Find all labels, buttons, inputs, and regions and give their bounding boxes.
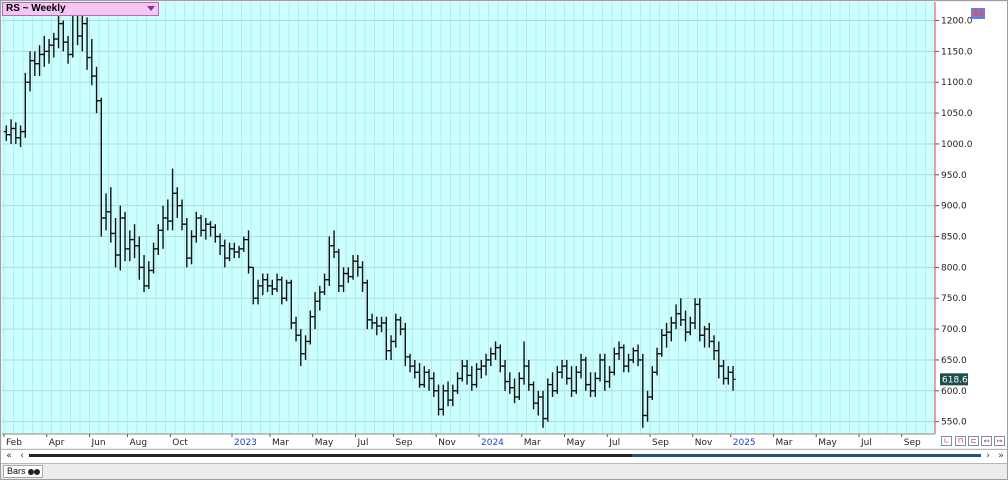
x-tick-label: Nov bbox=[438, 438, 456, 448]
last-price-label: 618.6 bbox=[942, 375, 968, 385]
symbol-title-bar[interactable]: RS ~ Weekly bbox=[2, 2, 159, 16]
x-tick-label: Sep bbox=[904, 438, 921, 448]
price-axis-area bbox=[935, 2, 1007, 434]
zoom-out-icon[interactable]: ∟ bbox=[941, 436, 952, 446]
last-page-button[interactable]: » bbox=[995, 450, 1007, 462]
x-tick-label: May bbox=[315, 438, 334, 448]
scroll-forward-icon[interactable]: ↦ bbox=[994, 436, 1005, 446]
x-tick-label: Mar bbox=[272, 438, 289, 448]
symbol-title: RS ~ Weekly bbox=[6, 3, 66, 14]
x-tick-label: May bbox=[818, 438, 837, 448]
bars-tab[interactable]: Bars bbox=[3, 465, 43, 478]
y-tick-label: 1200.0 bbox=[941, 17, 973, 27]
next-button[interactable]: › bbox=[982, 450, 994, 462]
x-tick-label: Oct bbox=[172, 438, 188, 448]
x-tick-label: Aug bbox=[130, 438, 148, 448]
price-chart[interactable]: 550.0 600.0 650.0 700.0 750.0 800.0 850.0 900.0… bbox=[1, 1, 1008, 481]
y-tick-label: 850.0 bbox=[941, 233, 967, 243]
x-tick-label: 2024 bbox=[481, 438, 504, 448]
y-tick-label: 550.0 bbox=[941, 418, 967, 428]
x-tick-label: Jul bbox=[608, 438, 620, 448]
link-dot-icon bbox=[34, 469, 40, 475]
horizontal-scrollbar[interactable] bbox=[29, 454, 981, 457]
y-tick-label: 800.0 bbox=[941, 263, 967, 273]
y-tick-label: 750.0 bbox=[941, 294, 967, 304]
x-tick-label: Jul bbox=[860, 438, 872, 448]
x-tick-label: Apr bbox=[49, 438, 65, 448]
bars-tab-label: Bars bbox=[7, 466, 26, 476]
scroll-back-icon[interactable]: ↤ bbox=[981, 436, 992, 446]
y-tick-label: 950.0 bbox=[941, 171, 967, 181]
x-tick-label: Jul bbox=[357, 438, 369, 448]
x-tick-label: Mar bbox=[776, 438, 793, 448]
plot-area[interactable] bbox=[2, 2, 935, 434]
y-tick-label: 1100.0 bbox=[941, 78, 973, 88]
x-tick-label: Sep bbox=[652, 438, 669, 448]
x-tick-label: Feb bbox=[6, 438, 22, 448]
chart-window: 550.0 600.0 650.0 700.0 750.0 800.0 850.0 900.0… bbox=[0, 0, 1008, 480]
y-tick-label: 600.0 bbox=[941, 387, 967, 397]
y-tick-label: 650.0 bbox=[941, 356, 967, 366]
status-bar: Bars bbox=[1, 464, 1007, 479]
x-tick-label: 2023 bbox=[234, 438, 257, 448]
time-axis-area bbox=[2, 434, 1007, 448]
x-tick-label: Sep bbox=[396, 438, 413, 448]
scrollbar-thumb[interactable] bbox=[632, 454, 981, 457]
x-tick-label: Jun bbox=[91, 438, 106, 448]
x-tick-label: Mar bbox=[524, 438, 541, 448]
zoom-in-icon[interactable]: ⊓ bbox=[955, 436, 966, 446]
x-tick-label: 2025 bbox=[733, 438, 756, 448]
y-tick-label: 900.0 bbox=[941, 202, 967, 212]
y-tick-label: 1050.0 bbox=[941, 109, 973, 119]
x-tick-label: May bbox=[567, 438, 586, 448]
y-tick-label: 700.0 bbox=[941, 325, 967, 335]
scroll-left-icon[interactable]: ⊏ bbox=[968, 436, 979, 446]
y-tick-label: 1000.0 bbox=[941, 140, 973, 150]
chevron-down-icon[interactable] bbox=[147, 6, 155, 11]
first-page-button[interactable]: « bbox=[3, 450, 15, 462]
y-tick-label: 1150.0 bbox=[941, 47, 973, 57]
navigation-bar: « ‹ › » bbox=[1, 449, 1007, 464]
previous-button[interactable]: ‹ bbox=[16, 450, 28, 462]
x-tick-label: Nov bbox=[695, 438, 713, 448]
corner-badge[interactable]: 33 bbox=[971, 8, 985, 19]
